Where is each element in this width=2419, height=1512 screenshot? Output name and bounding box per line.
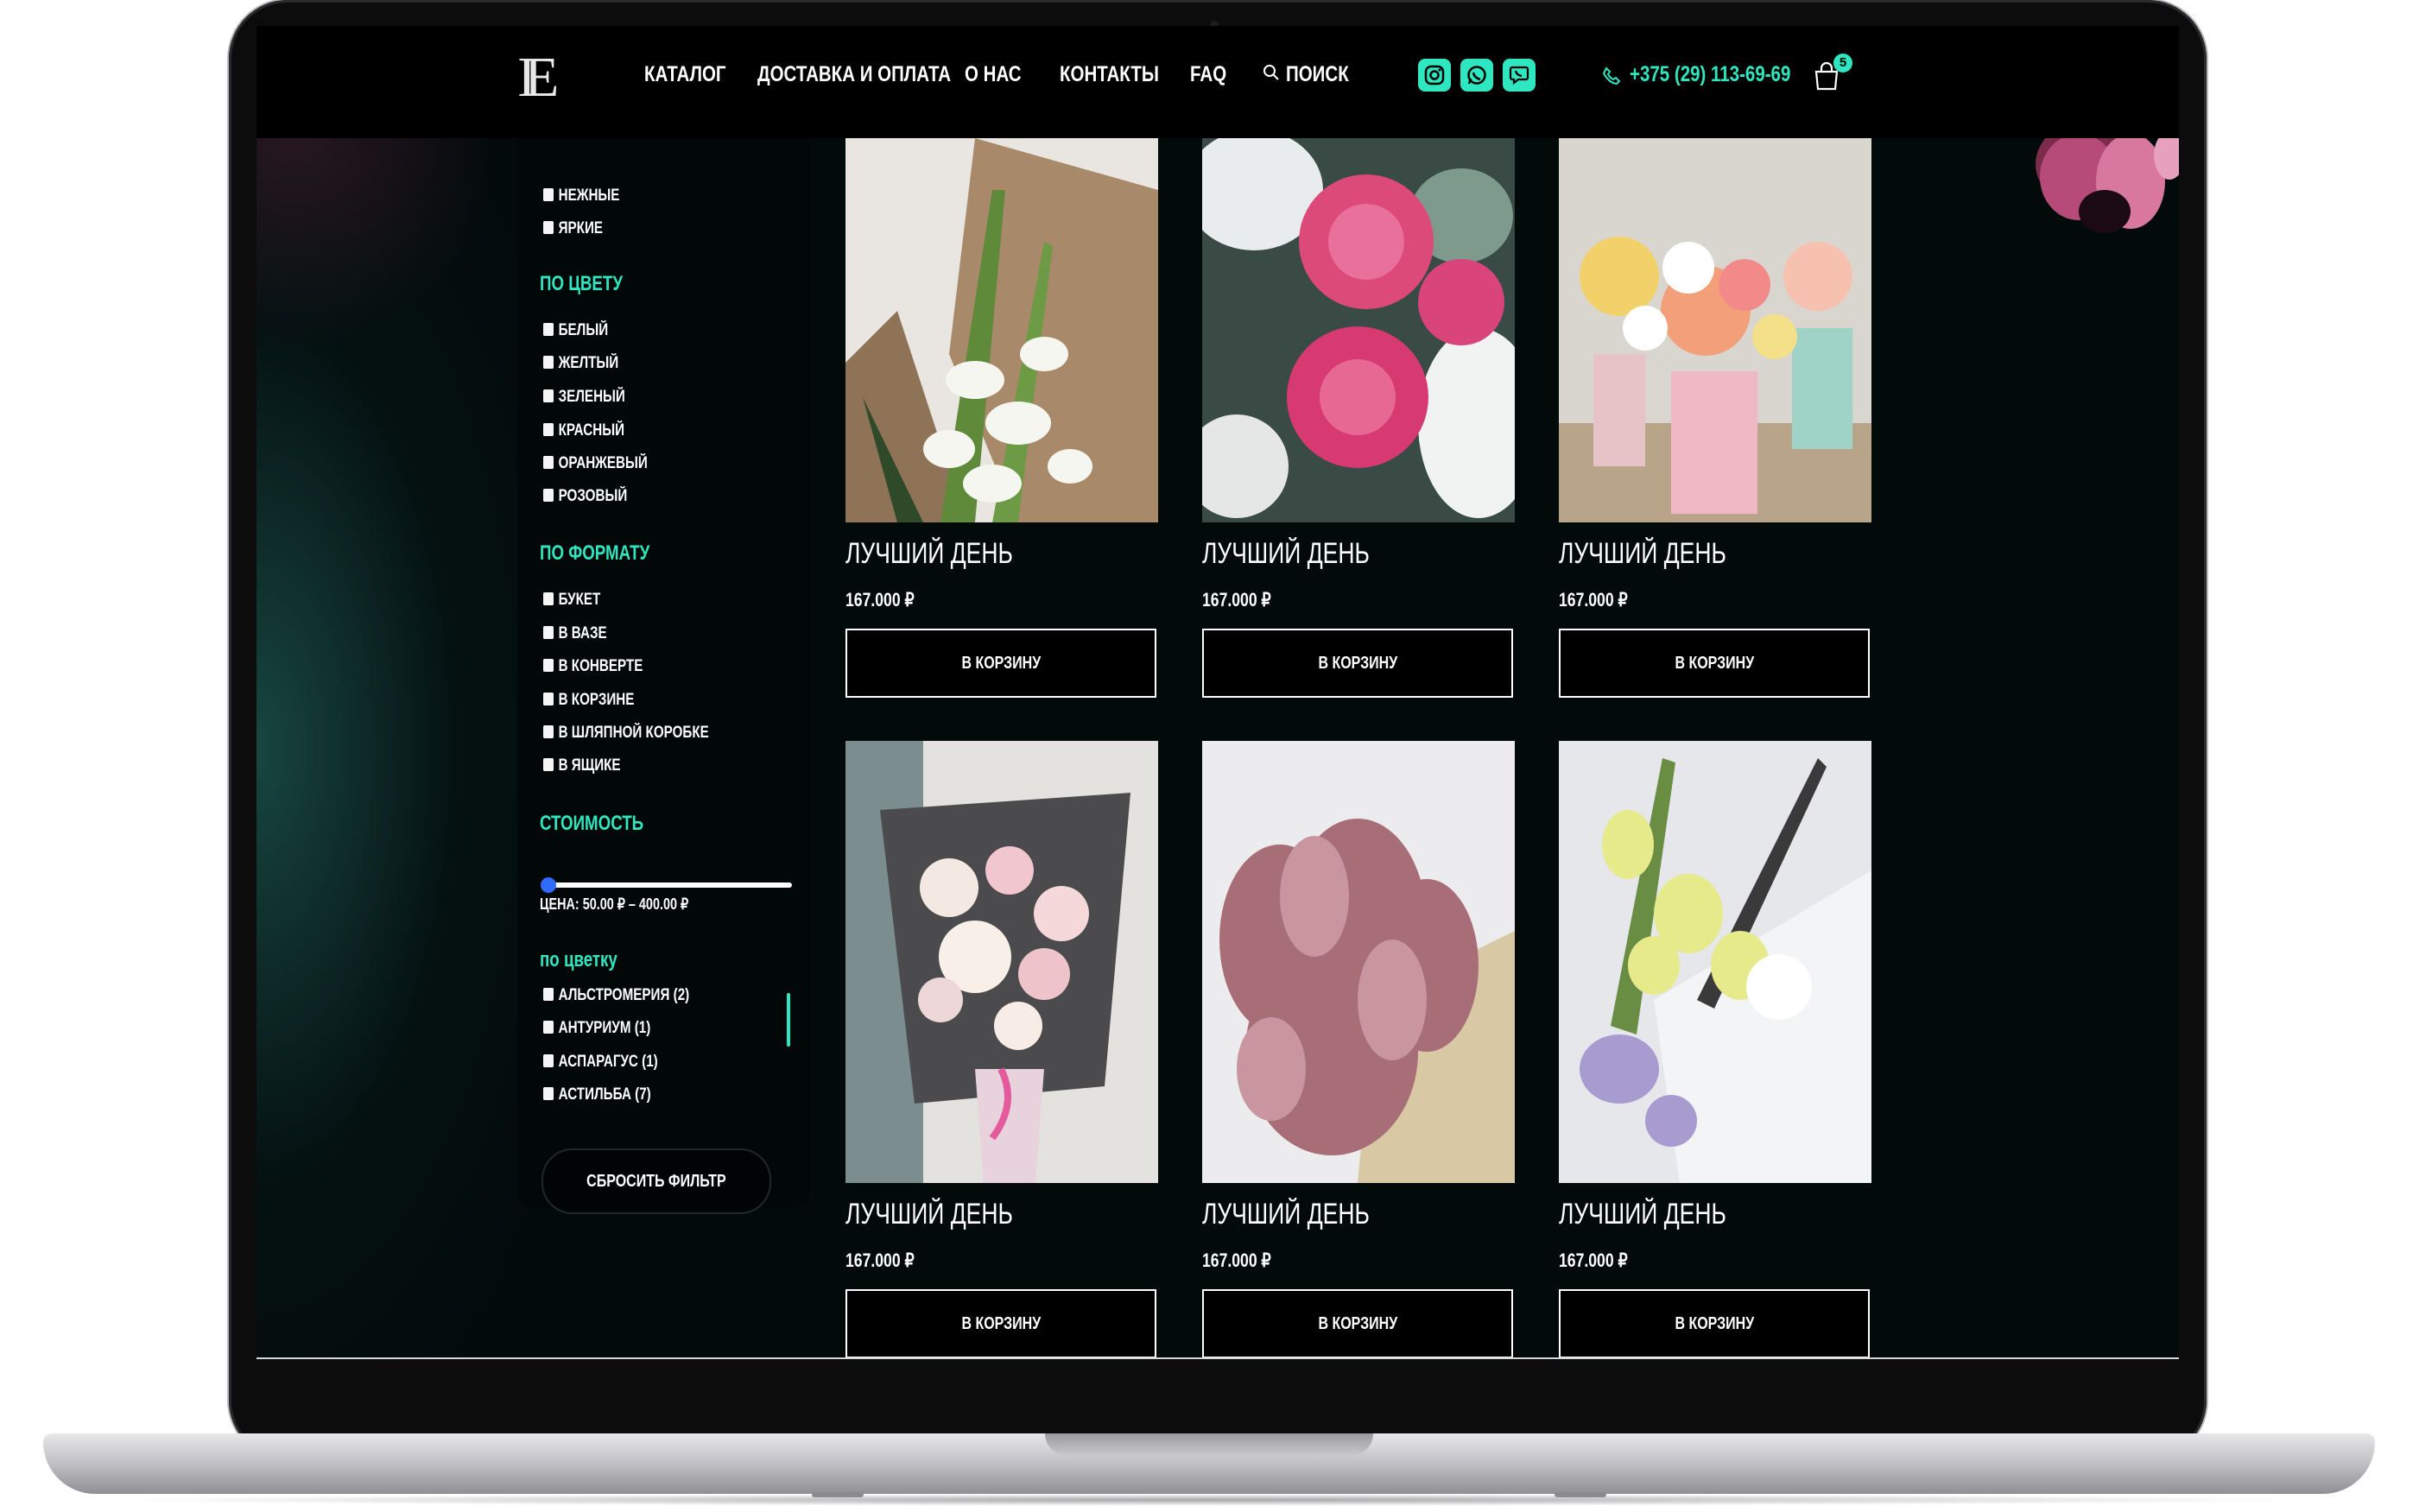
- cart-count-badge: 5: [1833, 54, 1852, 73]
- site-header: IE КАТАЛОГ ДОСТАВКА И ОПЛАТА О НАС КОНТА…: [256, 26, 2179, 138]
- color-filter-heading: ПО ЦВЕТУ: [540, 272, 623, 295]
- checkbox[interactable]: [543, 188, 554, 201]
- add-to-cart-button[interactable]: В КОРЗИНУ: [1202, 629, 1513, 698]
- product-image-flower-boxes[interactable]: [1559, 138, 1871, 522]
- price-range-label: ЦЕНА: 50.00 ₽ – 400.00 ₽: [540, 895, 689, 913]
- filter-flower-anthurium[interactable]: АНТУРИУМ (1): [543, 1019, 650, 1038]
- laptop-foot: [812, 1492, 864, 1497]
- laptop-shadow: [104, 1494, 2315, 1506]
- filter-mood-tender[interactable]: НЕЖНЫЕ: [543, 187, 619, 206]
- filter-color-yellow[interactable]: ЖЕЛТЫЙ: [543, 354, 618, 373]
- filter-flower-asparagus[interactable]: АСПАРАГУС (1): [543, 1053, 658, 1072]
- filter-format-crate[interactable]: В ЯЩИКЕ: [543, 756, 621, 775]
- checkbox[interactable]: [543, 1087, 554, 1100]
- product-title[interactable]: ЛУЧШИЙ ДЕНЬ: [1559, 1198, 1726, 1231]
- price-slider-track[interactable]: [550, 883, 792, 888]
- filter-format-hatbox[interactable]: В ШЛЯПНОЙ КОРОБКЕ: [543, 724, 709, 743]
- product-price: 167.000 ₽: [1202, 1249, 1271, 1271]
- filter-color-green[interactable]: ЗЕЛЕНЫЙ: [543, 388, 625, 407]
- product-title[interactable]: ЛУЧШИЙ ДЕНЬ: [1202, 1198, 1370, 1231]
- product-price: 167.000 ₽: [845, 1249, 915, 1271]
- product-title[interactable]: ЛУЧШИЙ ДЕНЬ: [845, 1198, 1013, 1231]
- filter-format-basket[interactable]: В КОРЗИНЕ: [543, 691, 634, 710]
- phone-number[interactable]: +375 (29) 113-69-69: [1630, 62, 1790, 87]
- add-to-cart-button[interactable]: В КОРЗИНУ: [1202, 1289, 1513, 1358]
- checkbox[interactable]: [543, 323, 554, 336]
- checkbox[interactable]: [543, 221, 554, 234]
- decorative-flower-image: [2036, 138, 2179, 233]
- price-slider-handle[interactable]: [541, 877, 556, 893]
- instagram-icon[interactable]: [1418, 59, 1451, 92]
- add-to-cart-button[interactable]: В КОРЗИНУ: [1559, 629, 1870, 698]
- laptop-notch: [1045, 1433, 1373, 1456]
- checkbox[interactable]: [543, 1054, 554, 1067]
- product-image-gladiolus[interactable]: [845, 138, 1158, 522]
- product-image-yellow-gladiolus[interactable]: [1559, 741, 1871, 1183]
- filter-format-vase[interactable]: В ВАЗЕ: [543, 624, 607, 643]
- flower-list-scrollbar[interactable]: [787, 993, 790, 1047]
- filter-flower-alstroemeria[interactable]: АЛЬСТРОМЕРИЯ (2): [543, 986, 689, 1005]
- checkbox[interactable]: [543, 758, 554, 771]
- filter-color-white[interactable]: БЕЛЫЙ: [543, 321, 608, 340]
- checkbox[interactable]: [543, 725, 554, 738]
- filter-flower-astilbe[interactable]: АСТИЛЬБА (7): [543, 1085, 651, 1104]
- filter-format-envelope[interactable]: В КОНВЕРТЕ: [543, 657, 643, 676]
- product-price: 167.000 ₽: [845, 589, 915, 610]
- nav-contacts[interactable]: КОНТАКТЫ: [1060, 62, 1159, 87]
- checkbox[interactable]: [543, 423, 554, 436]
- screen: IE КАТАЛОГ ДОСТАВКА И ОПЛАТА О НАС КОНТА…: [256, 26, 2179, 1360]
- filter-format-bouquet[interactable]: БУКЕТ: [543, 591, 600, 610]
- laptop-foot: [1555, 1492, 1606, 1497]
- nav-about[interactable]: О НАС: [965, 62, 1022, 87]
- filter-mood-bright[interactable]: ЯРКИЕ: [543, 219, 603, 238]
- format-filter-heading: ПО ФОРМАТУ: [540, 541, 650, 565]
- add-to-cart-button[interactable]: В КОРЗИНУ: [845, 1289, 1156, 1358]
- add-to-cart-button[interactable]: В КОРЗИНУ: [845, 629, 1156, 698]
- nav-faq[interactable]: FAQ: [1190, 62, 1226, 87]
- product-price: 167.000 ₽: [1559, 1249, 1628, 1271]
- product-title[interactable]: ЛУЧШИЙ ДЕНЬ: [845, 537, 1013, 571]
- reset-filter-button[interactable]: СБРОСИТЬ ФИЛЬТР: [541, 1148, 771, 1214]
- nav-search[interactable]: ПОИСК: [1286, 62, 1349, 87]
- filter-color-orange[interactable]: ОРАНЖЕВЫЙ: [543, 454, 648, 473]
- product-image-pastel-bouquet[interactable]: [845, 741, 1158, 1183]
- nav-delivery[interactable]: ДОСТАВКА И ОПЛАТА: [757, 62, 951, 87]
- checkbox[interactable]: [543, 356, 554, 369]
- checkbox[interactable]: [543, 988, 554, 1001]
- product-price: 167.000 ₽: [1202, 589, 1271, 610]
- checkbox[interactable]: [543, 659, 554, 672]
- checkbox[interactable]: [543, 693, 554, 705]
- flower-filter-heading: по цветку: [540, 948, 617, 971]
- viber-icon[interactable]: [1503, 59, 1536, 92]
- product-title[interactable]: ЛУЧШИЙ ДЕНЬ: [1559, 537, 1726, 571]
- search-icon[interactable]: [1263, 64, 1280, 81]
- product-title[interactable]: ЛУЧШИЙ ДЕНЬ: [1202, 537, 1370, 571]
- product-image-lavender[interactable]: [1202, 741, 1515, 1183]
- checkbox[interactable]: [543, 389, 554, 402]
- checkbox[interactable]: [543, 489, 554, 502]
- checkbox[interactable]: [543, 456, 554, 469]
- whatsapp-icon[interactable]: [1460, 59, 1493, 92]
- filter-color-red[interactable]: КРАСНЫЙ: [543, 421, 624, 440]
- filter-sidebar: НЕЖНЫЕ ЯРКИЕ ПО ЦВЕТУ БЕЛЫЙ ЖЕЛТЫЙ ЗЕЛЕН…: [517, 138, 811, 1214]
- add-to-cart-button[interactable]: В КОРЗИНУ: [1559, 1289, 1870, 1358]
- filter-color-pink[interactable]: РОЗОВЫЙ: [543, 487, 627, 506]
- logo[interactable]: IE: [517, 43, 559, 112]
- screen-bottom-divider: [256, 1357, 2179, 1359]
- product-image-roses[interactable]: [1202, 138, 1515, 522]
- nav-catalog[interactable]: КАТАЛОГ: [644, 62, 726, 87]
- checkbox[interactable]: [543, 1021, 554, 1034]
- product-price: 167.000 ₽: [1559, 589, 1628, 610]
- phone-icon: [1602, 66, 1621, 85]
- checkbox[interactable]: [543, 592, 554, 605]
- checkbox[interactable]: [543, 626, 554, 639]
- price-filter-heading: СТОИМОСТЬ: [540, 812, 644, 835]
